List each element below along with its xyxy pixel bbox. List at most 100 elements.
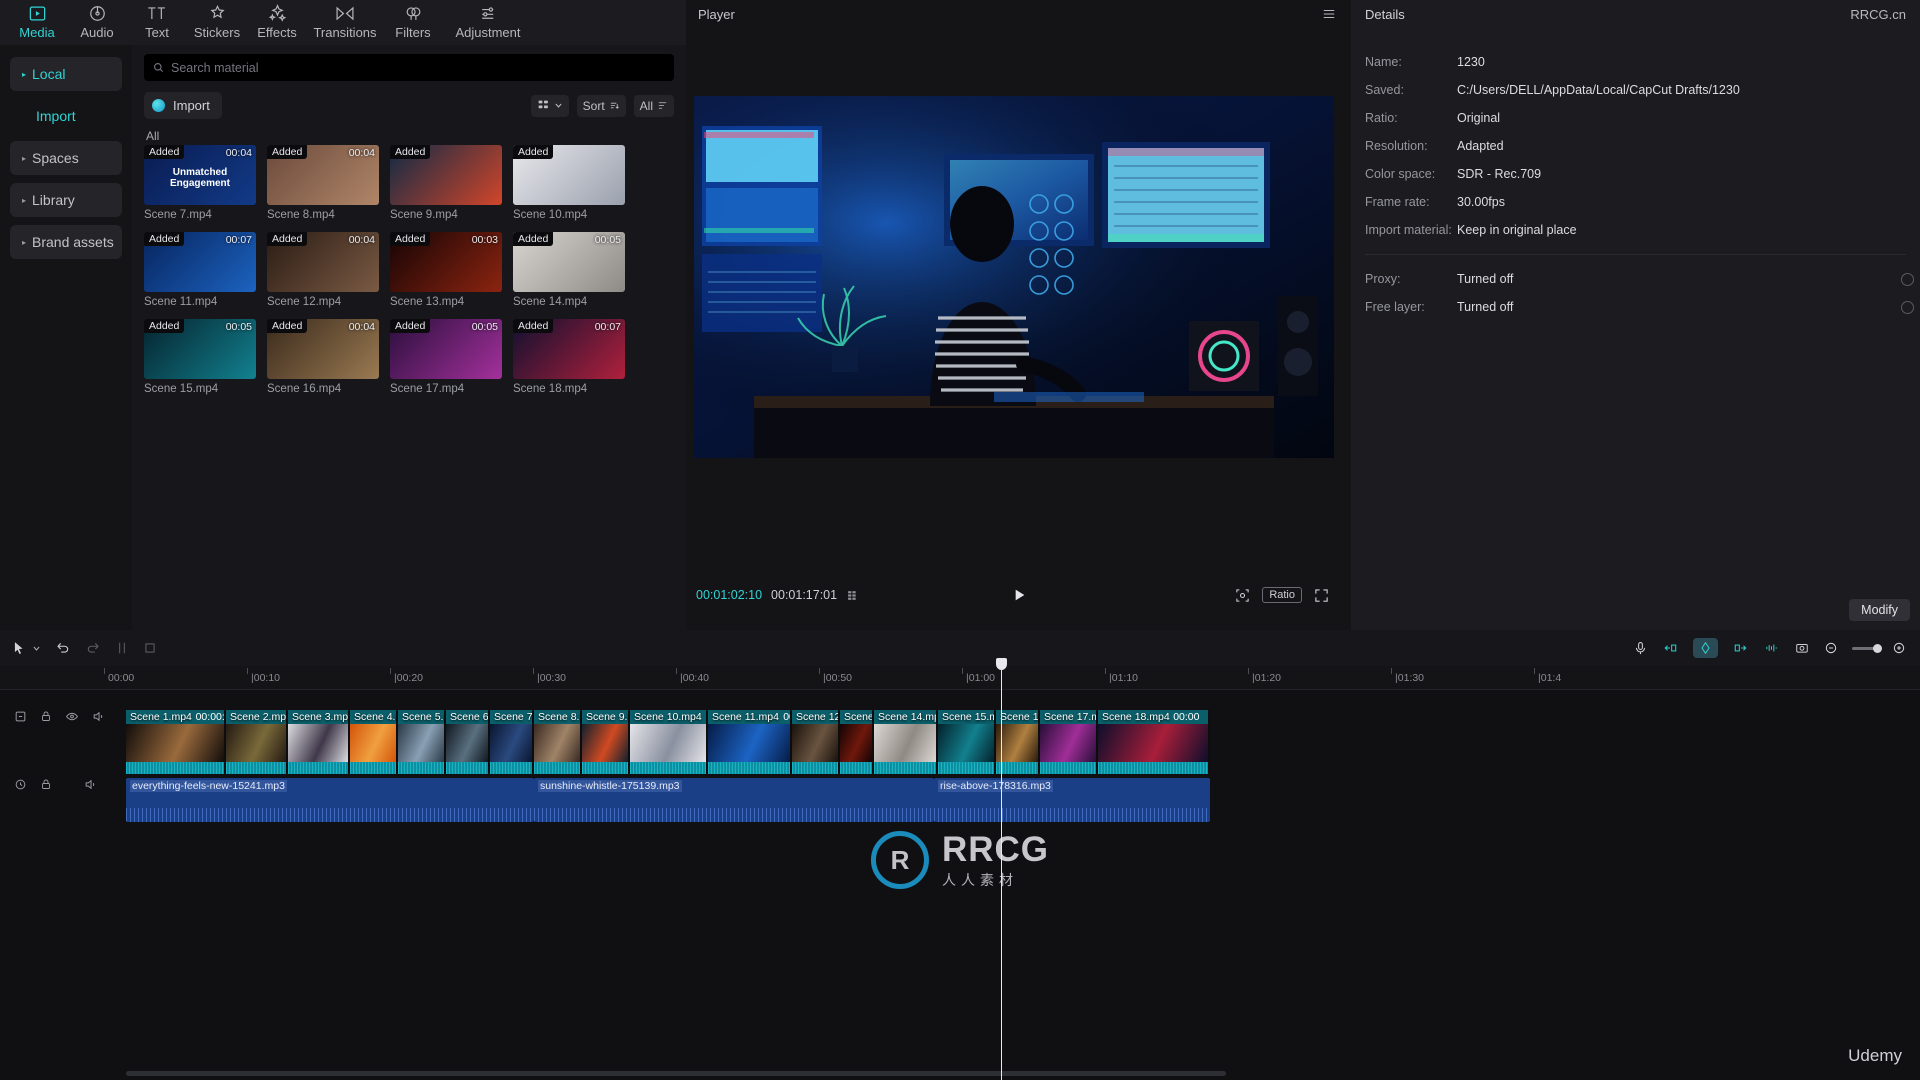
media-item[interactable]: Added 00:03 Scene 13.mp4 xyxy=(390,232,502,308)
video-clip[interactable]: Scene 3.mp4 xyxy=(288,710,350,774)
video-clip[interactable]: Scene 6 xyxy=(446,710,490,774)
fullscreen-icon[interactable] xyxy=(1314,588,1329,603)
media-item[interactable]: Added 00:05 Scene 17.mp4 xyxy=(390,319,502,395)
audio-lock-icon[interactable] xyxy=(40,778,52,791)
modify-button[interactable]: Modify xyxy=(1849,599,1910,621)
nav-label: Audio xyxy=(80,25,114,40)
video-clip[interactable]: Scene 5.mp xyxy=(398,710,446,774)
video-clip[interactable]: Scene 15.mp xyxy=(938,710,996,774)
frame-grid-icon[interactable] xyxy=(846,589,861,602)
video-clip[interactable]: Scene 7 xyxy=(490,710,534,774)
media-item[interactable]: Added 00:04 Scene 16.mp4 xyxy=(267,319,379,395)
audio-levels-icon[interactable] xyxy=(1763,641,1780,655)
video-clip[interactable]: Scene 18.mp4 00:00 xyxy=(1098,710,1210,774)
mirror-icon[interactable] xyxy=(1662,641,1679,655)
speed-icon[interactable] xyxy=(1732,641,1749,655)
zoom-in-icon[interactable] xyxy=(1892,641,1906,655)
video-clip[interactable]: Scene 10.mp4 xyxy=(630,710,708,774)
track-marker-icon[interactable] xyxy=(14,710,27,723)
sidebar-item-brand-assets[interactable]: ▸ Brand assets xyxy=(10,225,122,259)
tool-dropdown-icon[interactable] xyxy=(32,644,41,653)
media-item[interactable]: Added 00:04 Scene 12.mp4 xyxy=(267,232,379,308)
clip-waveform xyxy=(350,762,396,774)
view-mode-button[interactable] xyxy=(530,94,569,117)
split-icon[interactable] xyxy=(115,641,129,655)
media-item[interactable]: Added 00:04 Unmatched Engagement Scene 7.mp… xyxy=(144,145,256,221)
sort-button[interactable]: Sort xyxy=(576,94,626,117)
video-mute-icon[interactable] xyxy=(92,710,105,723)
timeline-scrollbar[interactable] xyxy=(126,1071,1226,1076)
timeline-ruler[interactable]: 00:00 |00:10 |00:20 |00:30 |00:40 |00:50 |01:0… xyxy=(0,666,1920,690)
lock-icon[interactable] xyxy=(40,710,52,723)
video-preview[interactable] xyxy=(694,96,1334,458)
nav-tab-transitions[interactable]: Transitions xyxy=(308,0,382,40)
player-title: Player xyxy=(698,6,735,22)
nav-tab-effects[interactable]: Effects xyxy=(248,0,306,40)
eye-icon[interactable] xyxy=(65,710,79,723)
video-clip[interactable]: Scene 11.mp4 00:0 xyxy=(708,710,792,774)
play-button[interactable] xyxy=(1011,587,1027,603)
watermark-subtitle: 人人素材 xyxy=(941,872,1018,888)
nav-tab-audio[interactable]: Audio xyxy=(68,0,126,40)
nav-tab-adjustment[interactable]: Adjustment xyxy=(444,0,532,40)
video-clip[interactable]: Scene 12.m xyxy=(792,710,840,774)
zoom-slider[interactable] xyxy=(1852,643,1882,653)
toggle-switch[interactable] xyxy=(1901,272,1914,286)
video-clip[interactable]: Scene 2.mp4 xyxy=(226,710,288,774)
video-clip[interactable]: Scene xyxy=(840,710,874,774)
player-menu-icon[interactable] xyxy=(1321,7,1337,21)
media-item[interactable]: Added 00:05 Scene 14.mp4 xyxy=(513,232,625,308)
keyframe-icon[interactable] xyxy=(1693,638,1718,658)
nav-tab-stickers[interactable]: Stickers xyxy=(188,0,246,40)
clip-label: Scene 4.m xyxy=(354,711,396,723)
search-input[interactable]: Search material xyxy=(144,54,674,81)
media-item-name: Scene 12.mp4 xyxy=(267,296,342,308)
microphone-icon[interactable] xyxy=(1633,641,1648,656)
media-item[interactable]: Added 00:07 Scene 18.mp4 xyxy=(513,319,625,395)
audio-mute-icon[interactable] xyxy=(84,778,97,791)
video-clip[interactable]: Scene 8.m xyxy=(534,710,582,774)
toggle-switch[interactable] xyxy=(1901,300,1914,314)
filter-button[interactable]: All xyxy=(633,94,674,117)
video-clip[interactable]: Scene 16 xyxy=(996,710,1040,774)
snapshot-icon[interactable] xyxy=(1794,641,1810,655)
ratio-button[interactable]: Ratio xyxy=(1262,587,1302,603)
undo-icon[interactable] xyxy=(55,641,71,655)
sidebar-item-spaces[interactable]: ▸ Spaces xyxy=(10,141,122,175)
video-clip[interactable]: Scene 17.mp xyxy=(1040,710,1098,774)
nav-tab-media[interactable]: Media xyxy=(8,0,66,40)
playhead[interactable] xyxy=(996,658,1007,1080)
crop-icon[interactable] xyxy=(1235,588,1250,603)
media-item[interactable]: Added 00:05 Scene 15.mp4 xyxy=(144,319,256,395)
clip-label: Scene 17.mp xyxy=(1044,711,1096,723)
import-button[interactable]: Import xyxy=(144,92,222,119)
media-item[interactable]: Added 00:07 Scene 11.mp4 xyxy=(144,232,256,308)
media-item[interactable]: Added Scene 10.mp4 xyxy=(513,145,625,221)
video-clip[interactable]: Scene 14.mp xyxy=(874,710,938,774)
audio-clip[interactable]: sunshine-whistle-175139.mp3 xyxy=(534,778,934,822)
audio-clip[interactable]: rise-above-178316.mp3 xyxy=(934,778,1210,822)
media-item[interactable]: Added 00:04 Scene 8.mp4 xyxy=(267,145,379,221)
video-clip[interactable]: Scene 1.mp4 00:00: xyxy=(126,710,226,774)
ruler-tick: |00:20 xyxy=(389,668,424,684)
clip-waveform xyxy=(398,762,444,774)
audio-marker-icon[interactable] xyxy=(14,778,27,791)
select-tool-icon[interactable] xyxy=(12,641,26,655)
video-clip[interactable]: Scene 9.m xyxy=(582,710,630,774)
crop-tool-icon[interactable] xyxy=(143,641,157,655)
zoom-out-icon[interactable] xyxy=(1824,641,1838,655)
clip-thumbnail xyxy=(1098,724,1208,762)
sidebar-item-local[interactable]: ▸ Local xyxy=(10,57,122,91)
media-item-name: Scene 16.mp4 xyxy=(267,383,342,395)
sidebar-item-library[interactable]: ▸ Library xyxy=(10,183,122,217)
media-item[interactable]: Added Scene 9.mp4 xyxy=(390,145,502,221)
media-thumbnail: Added 00:03 xyxy=(390,232,502,292)
nav-tab-filters[interactable]: Filters xyxy=(384,0,442,40)
player-controls: 00:01:02:10 00:01:17:01 Ratio xyxy=(686,582,1351,608)
audio-clip[interactable]: everything-feels-new-15241.mp3 xyxy=(126,778,534,822)
nav-tab-text[interactable]: Text xyxy=(128,0,186,40)
sidebar-item-label: Import xyxy=(36,108,76,124)
sidebar-item-import[interactable]: Import xyxy=(10,99,122,133)
video-clip[interactable]: Scene 4.m xyxy=(350,710,398,774)
redo-icon[interactable] xyxy=(85,641,101,655)
